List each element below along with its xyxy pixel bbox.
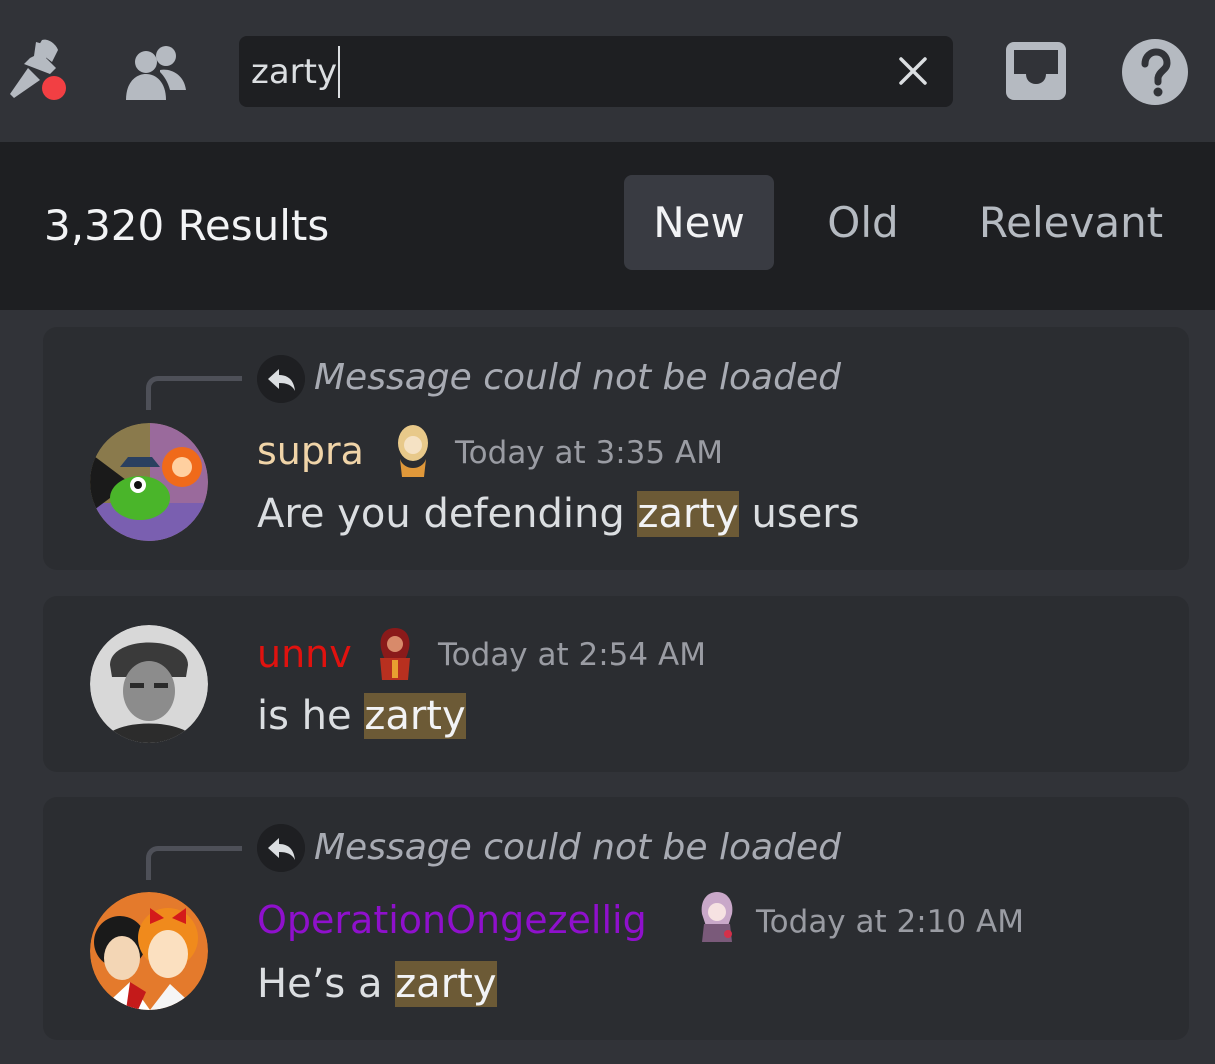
avatar[interactable]: [90, 892, 208, 1010]
reply-arrow-icon: [257, 355, 305, 403]
search-highlight: zarty: [637, 491, 739, 537]
message-text: Are you defending: [257, 491, 638, 537]
tab-sort-old[interactable]: Old: [800, 175, 926, 270]
avatar[interactable]: [90, 625, 208, 743]
reply-unavailable-text: Message could not be loaded: [314, 827, 841, 868]
text-caret: [338, 45, 341, 98]
username[interactable]: supra: [257, 427, 364, 475]
search-highlight: zarty: [395, 961, 497, 1007]
reply-connector: [146, 846, 242, 880]
search-bar[interactable]: zarty: [239, 36, 953, 107]
reply-arrow-icon: [257, 824, 305, 872]
message-content: is he zarty: [257, 684, 466, 748]
username[interactable]: unnv: [257, 630, 352, 678]
role-badge-icon: [398, 425, 428, 477]
message-timestamp: Today at 2:54 AM: [438, 637, 706, 673]
message-timestamp: Today at 2:10 AM: [756, 904, 1024, 940]
members-icon[interactable]: [124, 42, 188, 102]
inbox-icon[interactable]: [1004, 40, 1068, 102]
top-toolbar: zarty: [0, 0, 1215, 142]
reply-connector: [146, 376, 242, 410]
role-badge-icon: [701, 892, 733, 942]
help-icon[interactable]: [1121, 38, 1189, 106]
search-query: zarty: [251, 51, 338, 92]
message-content: He’s a zarty: [257, 952, 497, 1016]
tab-sort-new[interactable]: New: [624, 175, 774, 270]
reply-unavailable-text: Message could not be loaded: [314, 357, 841, 398]
avatar[interactable]: [90, 423, 208, 541]
tab-sort-relevant[interactable]: Relevant: [960, 175, 1182, 270]
role-badge-icon: [380, 628, 410, 680]
message-text: users: [738, 491, 860, 537]
message-text: He’s a: [257, 961, 396, 1007]
pin-icon[interactable]: [6, 36, 72, 102]
username[interactable]: OperationOngezellig: [257, 896, 647, 944]
search-highlight: zarty: [364, 693, 466, 739]
results-count: 3,320 Results: [44, 201, 330, 250]
search-result-card[interactable]: [43, 596, 1189, 772]
message-text: is he: [257, 693, 365, 739]
search-input[interactable]: zarty: [251, 36, 871, 107]
message-timestamp: Today at 3:35 AM: [455, 435, 723, 471]
message-content: Are you defending zarty users: [257, 482, 860, 546]
close-icon[interactable]: [895, 53, 931, 89]
